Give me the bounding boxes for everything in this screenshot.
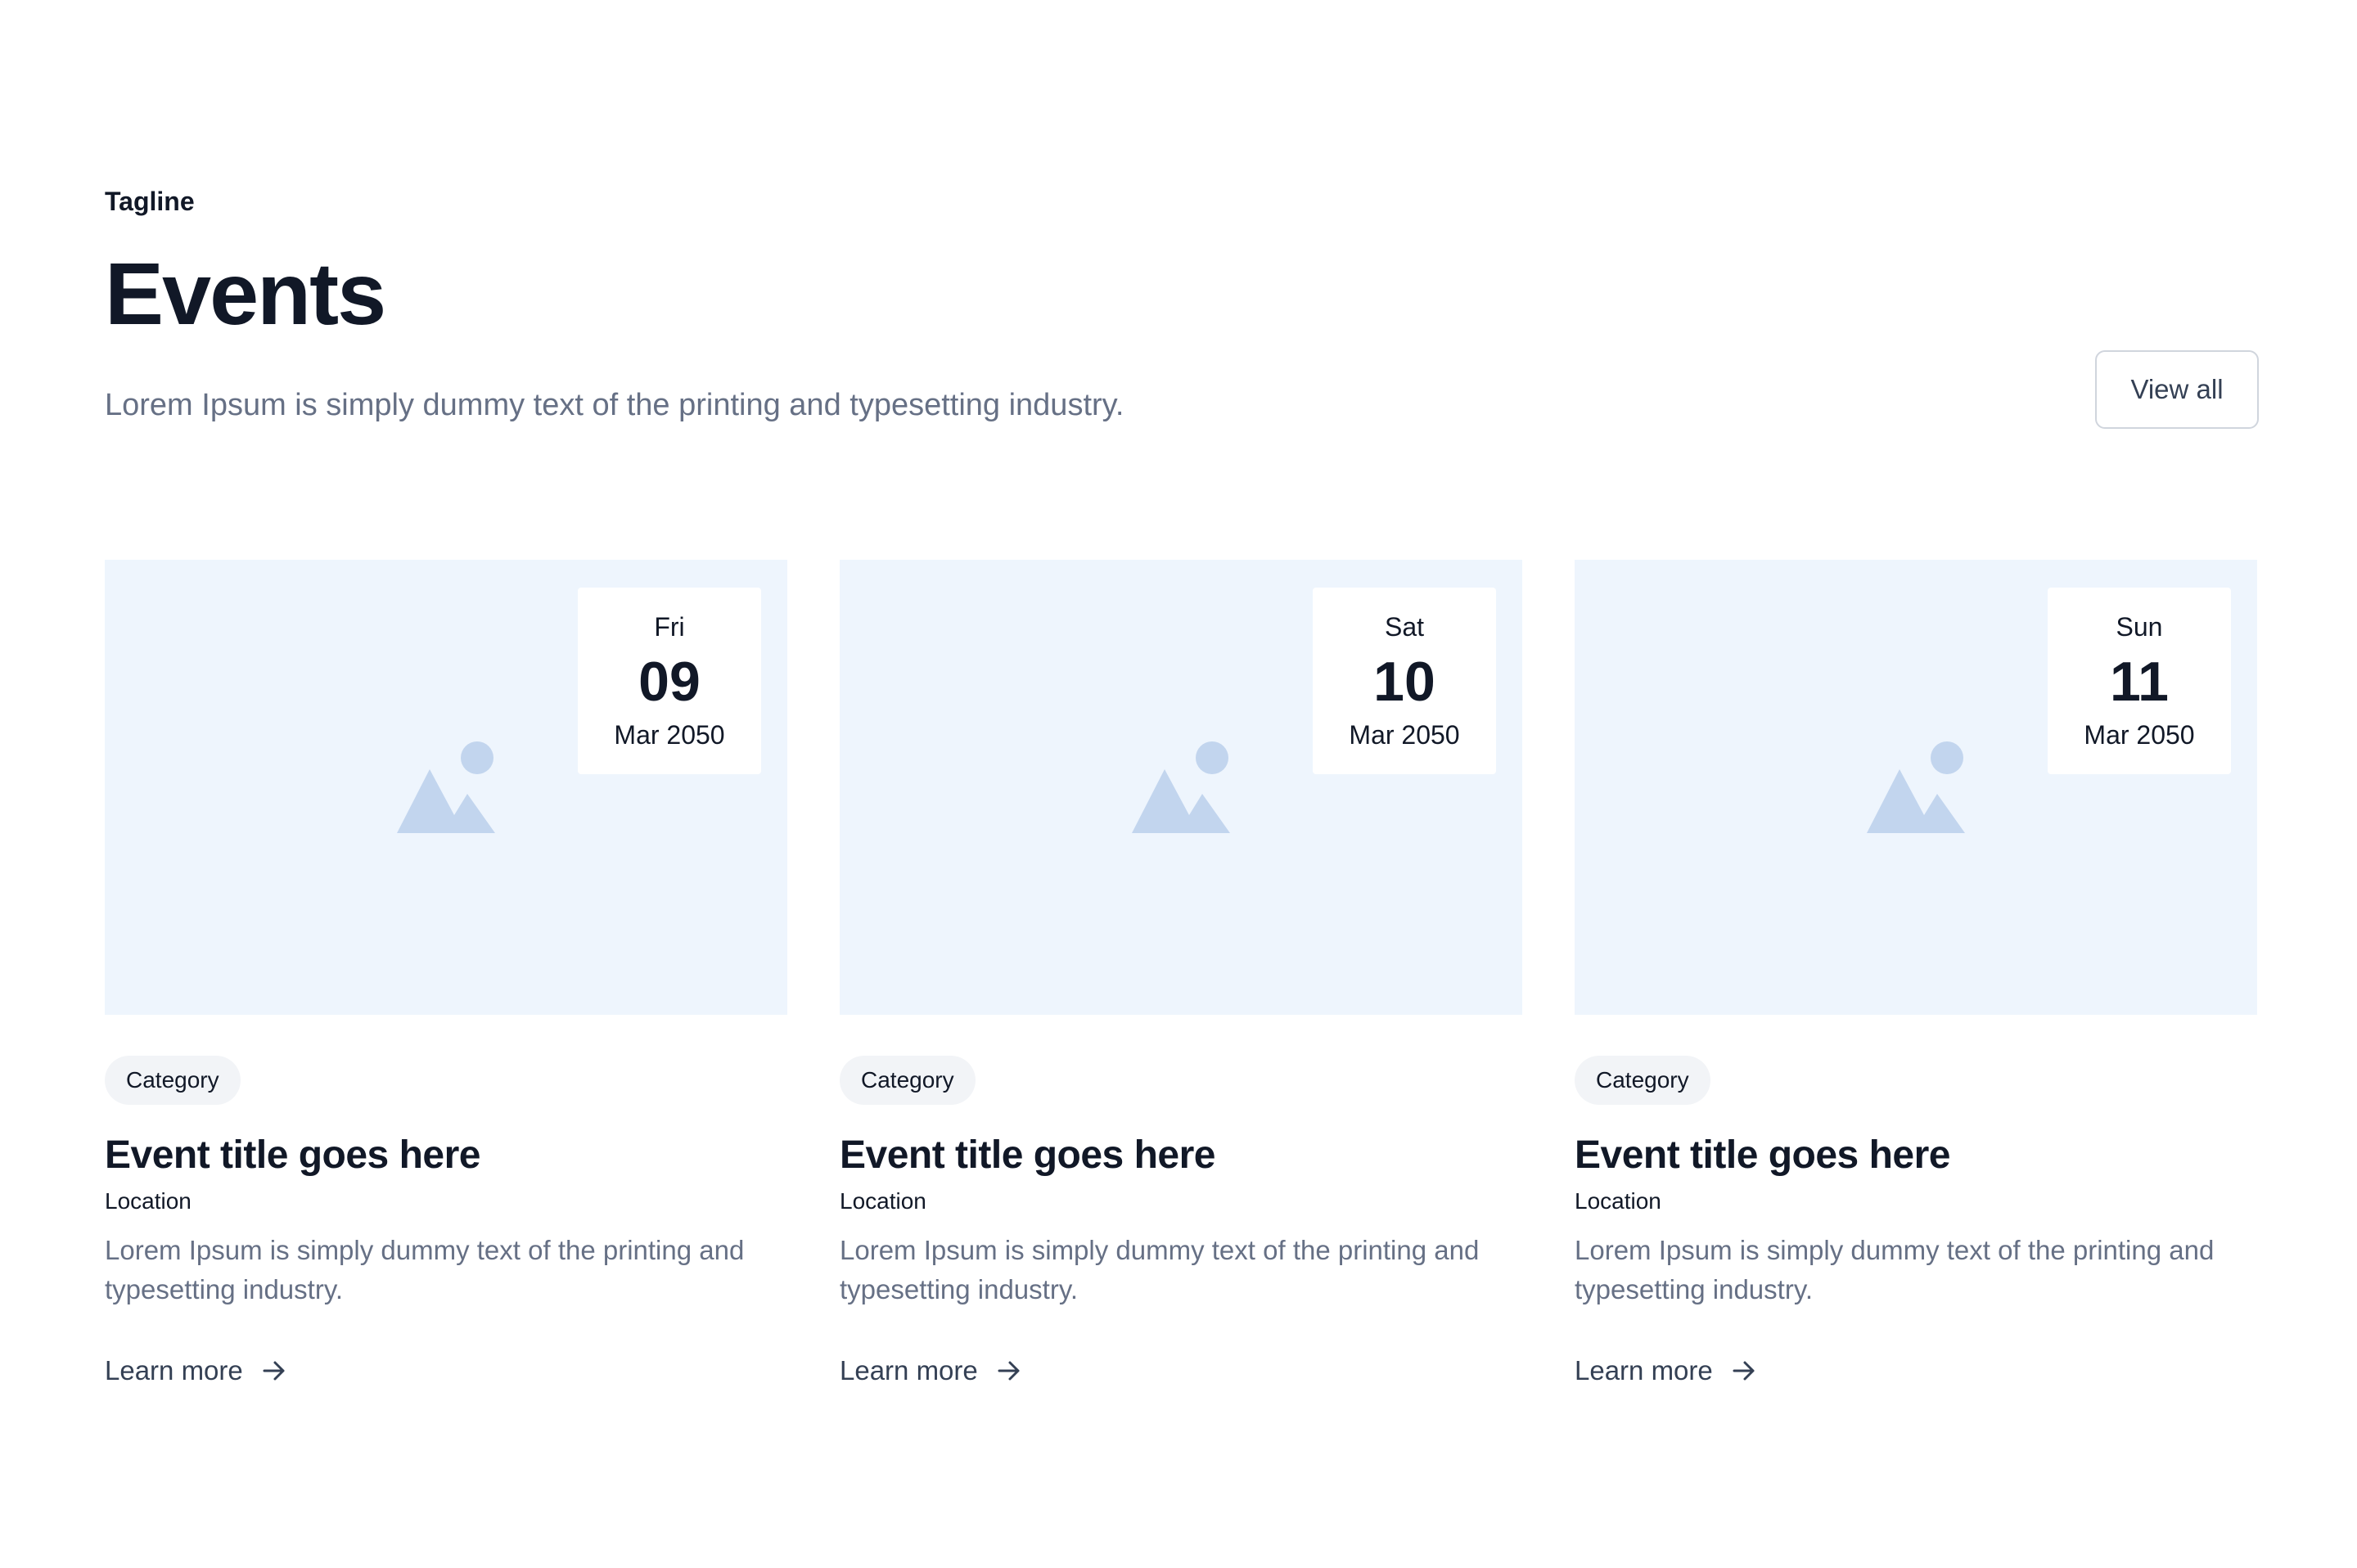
learn-more-label: Learn more (1575, 1355, 1713, 1386)
event-location: Location (1575, 1188, 1661, 1214)
learn-more-label: Learn more (840, 1355, 978, 1386)
event-title[interactable]: Event title goes here (105, 1133, 480, 1178)
event-image: Sat 10 Mar 2050 (840, 560, 1522, 1015)
event-description: Lorem Ipsum is simply dummy text of the … (1575, 1235, 2215, 1304)
event-card[interactable]: Sun 11 Mar 2050 Category Event title goe… (1575, 560, 2257, 1386)
learn-more-label: Learn more (105, 1355, 243, 1386)
event-location: Location (105, 1188, 192, 1214)
page-title: Events (105, 244, 386, 343)
date-day: Sat (1384, 612, 1425, 642)
date-month: Mar 2050 (614, 720, 725, 750)
date-day: Fri (654, 612, 685, 642)
date-month: Mar 2050 (2084, 720, 2195, 750)
category-tag[interactable]: Category (105, 1056, 241, 1105)
date-badge: Sun 11 Mar 2050 (2048, 588, 2231, 774)
event-cards: Fri 09 Mar 2050 Category Event title goe… (105, 560, 2259, 1386)
learn-more-link[interactable]: Learn more (105, 1355, 287, 1386)
view-all-button[interactable]: View all (2095, 350, 2259, 429)
date-badge: Fri 09 Mar 2050 (578, 588, 761, 774)
tagline: Tagline (105, 187, 195, 216)
arrow-right-icon (998, 1361, 1020, 1381)
learn-more-link[interactable]: Learn more (1575, 1355, 1757, 1386)
image-placeholder-icon (397, 741, 495, 833)
learn-more-link[interactable]: Learn more (840, 1355, 1022, 1386)
date-number: 11 (2110, 651, 2169, 713)
date-day: Sun (2116, 612, 2163, 642)
date-number: 10 (1373, 651, 1435, 713)
event-description: Lorem Ipsum is simply dummy text of the … (105, 1235, 745, 1304)
image-placeholder-icon (1132, 741, 1230, 833)
category-tag[interactable]: Category (1575, 1056, 1710, 1105)
image-placeholder-icon (1867, 741, 1965, 833)
date-month: Mar 2050 (1349, 720, 1460, 750)
event-location: Location (840, 1188, 926, 1214)
event-image: Sun 11 Mar 2050 (1575, 560, 2257, 1015)
event-image: Fri 09 Mar 2050 (105, 560, 787, 1015)
events-section: Tagline Events Lorem Ipsum is simply dum… (105, 0, 2259, 1386)
event-card[interactable]: Sat 10 Mar 2050 Category Event title goe… (840, 560, 1522, 1386)
events-header: Tagline Events Lorem Ipsum is simply dum… (105, 0, 2259, 556)
date-number: 09 (638, 651, 701, 713)
date-badge: Sat 10 Mar 2050 (1313, 588, 1496, 774)
arrow-right-icon (1733, 1361, 1755, 1381)
arrow-right-icon (263, 1361, 285, 1381)
page-subtitle: Lorem Ipsum is simply dummy text of the … (105, 388, 1124, 422)
event-title[interactable]: Event title goes here (840, 1133, 1215, 1178)
category-tag[interactable]: Category (840, 1056, 976, 1105)
event-card[interactable]: Fri 09 Mar 2050 Category Event title goe… (105, 560, 787, 1386)
event-description: Lorem Ipsum is simply dummy text of the … (840, 1235, 1480, 1304)
event-title[interactable]: Event title goes here (1575, 1133, 1950, 1178)
